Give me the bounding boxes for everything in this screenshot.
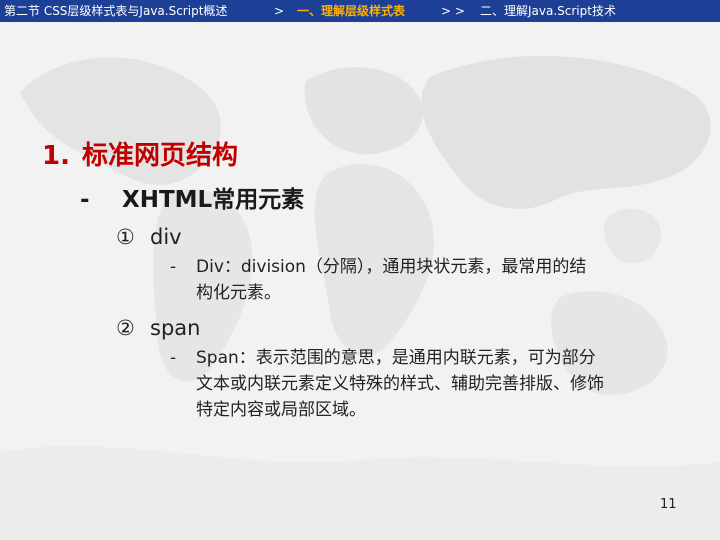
slide-heading: 1. 标准网页结构	[42, 138, 238, 174]
description-dash: -	[170, 348, 177, 368]
list-item-title: ① div	[116, 222, 182, 252]
nav-separator: > >	[441, 4, 465, 18]
description-line: 特定内容或局部区域。	[196, 400, 366, 420]
heading-number: 1.	[42, 141, 70, 171]
list-item-title: ② span	[116, 313, 200, 343]
list-item-label: span	[150, 316, 201, 340]
page-number: 11	[660, 497, 677, 512]
nav-bar: 第二节 CSS层级样式表与Java.Script概述 > 一、理解层级样式表 >…	[0, 0, 720, 22]
list-item-description: - Div：division（分隔），通用块状元素，最常用的结 构化元素。	[170, 254, 586, 306]
list-item-label: div	[150, 225, 182, 249]
description-dash: -	[170, 257, 177, 277]
list-item-marker: ①	[116, 225, 135, 249]
list-item-marker: ②	[116, 316, 135, 340]
list-item-description: - Span：表示范围的意思，是通用内联元素，可为部分 文本或内联元素定义特殊的…	[170, 345, 604, 423]
nav-separator: >	[274, 4, 285, 18]
description-line: Span：表示范围的意思，是通用内联元素，可为部分	[196, 348, 596, 368]
slide-subheading: - XHTML常用元素	[80, 184, 304, 216]
description-line: 构化元素。	[196, 283, 281, 303]
description-line: 文本或内联元素定义特殊的样式、辅助完善排版、修饰	[196, 374, 604, 394]
description-line: Div：division（分隔），通用块状元素，最常用的结	[196, 257, 587, 277]
nav-next-topic[interactable]: 二、理解Java.Script技术	[480, 0, 616, 22]
nav-section-title[interactable]: 第二节 CSS层级样式表与Java.Script概述	[4, 0, 227, 22]
slide-content: 1. 标准网页结构 - XHTML常用元素 ① div - Div：division（…	[0, 0, 720, 540]
heading-text: 标准网页结构	[81, 141, 238, 171]
nav-current-topic[interactable]: 一、理解层级样式表	[297, 0, 405, 22]
subheading-dash: -	[80, 187, 90, 213]
subheading-text: XHTML常用元素	[122, 187, 305, 213]
